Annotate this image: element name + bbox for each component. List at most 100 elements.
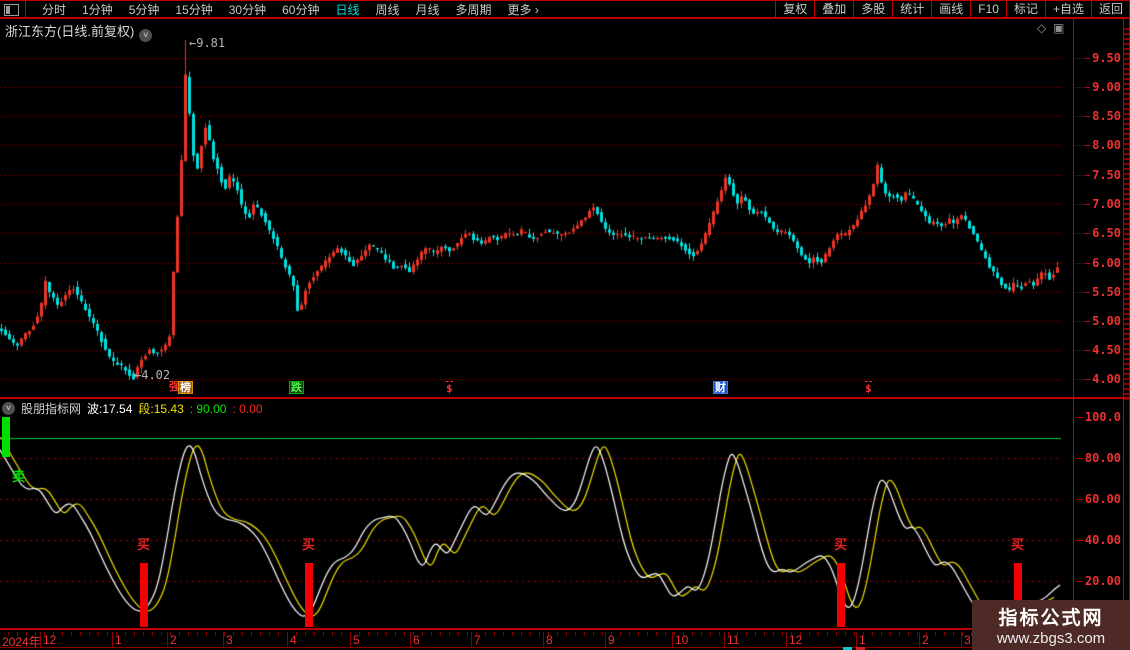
date-tick-marks	[0, 632, 1073, 636]
month-boundary	[961, 632, 962, 647]
buy-signal-bar	[837, 563, 845, 627]
axis-tick	[1078, 416, 1083, 418]
chevron-down-icon[interactable]: ˅	[2, 402, 15, 415]
month-label[interactable]: 1	[859, 633, 866, 647]
event-marker-dollar[interactable]: $	[864, 381, 873, 395]
title-row: 浙江东方(日线.前复权) ˅ ◇ ▣	[0, 19, 1130, 42]
axis-label: 100.0	[1084, 410, 1121, 424]
axis-dotted-leader	[1075, 57, 1087, 59]
period-tab-60分钟[interactable]: 60分钟	[274, 1, 327, 18]
month-label[interactable]: 2	[922, 633, 929, 647]
axis-dotted-leader	[1075, 115, 1087, 117]
indicator-header-token-2: 段:15.43	[138, 402, 184, 416]
axis-tick	[1078, 580, 1083, 582]
sell-signal-label: 卖	[12, 469, 26, 484]
toolbar-button-返回[interactable]: 返回	[1090, 0, 1130, 19]
month-label[interactable]: 3	[226, 633, 233, 647]
axis-label-row: 4.50	[1075, 343, 1121, 357]
axis-label: 8.50	[1092, 109, 1121, 123]
axis-label-row: 7.00	[1075, 197, 1121, 211]
event-marker-cai[interactable]: 财	[712, 381, 729, 394]
axis-dotted-leader	[1075, 174, 1087, 176]
axis-label: 5.50	[1092, 285, 1121, 299]
stock-title-text: 浙江东方(日线.前复权)	[5, 24, 135, 39]
candlestick-chart-panel[interactable]: ←9.81 ←4.02 强榜 跌 $ 财 $	[0, 36, 1061, 397]
period-tab-周线[interactable]: 周线	[367, 1, 407, 18]
month-label[interactable]: 8	[546, 633, 553, 647]
month-label[interactable]: 5	[353, 633, 360, 647]
event-marker-die[interactable]: 跌	[288, 381, 305, 394]
axis-label: 4.50	[1092, 343, 1121, 357]
period-low-annotation: ←4.02	[134, 368, 171, 382]
axis-tick	[1086, 291, 1091, 293]
diamond-icon[interactable]: ◇	[1037, 21, 1046, 35]
month-label[interactable]: 3	[964, 633, 971, 647]
month-boundary	[223, 632, 224, 647]
period-tab-多周期[interactable]: 多周期	[448, 1, 500, 18]
toolbar-button-统计[interactable]: 统计	[892, 0, 931, 19]
month-label[interactable]: 11	[727, 633, 739, 647]
axis-label: 60.00	[1084, 492, 1121, 506]
indicator-panel[interactable]: ˅ 股朋指标网 波:17.54 段:15.43: 90.00: 0.00 卖 买 买 买…	[0, 400, 1061, 630]
month-label[interactable]: 6	[413, 633, 420, 647]
axis-label-row: 40.00	[1075, 533, 1121, 547]
month-label[interactable]: 12	[789, 633, 802, 647]
buy-signal-label: 买	[137, 537, 151, 552]
period-tab-15分钟[interactable]: 15分钟	[167, 1, 220, 18]
event-marker-bang[interactable]: 强榜	[168, 381, 194, 394]
month-label[interactable]: 9	[608, 633, 615, 647]
toolbar-button-标记[interactable]: 标记	[1005, 0, 1045, 19]
toolbar-button-+自选[interactable]: +自选	[1044, 0, 1091, 19]
month-boundary	[786, 632, 787, 647]
axis-label-row: 60.00	[1075, 492, 1121, 506]
month-label[interactable]: 10	[675, 633, 688, 647]
period-tab-分时[interactable]: 分时	[34, 1, 74, 18]
axis-tick	[1086, 349, 1091, 351]
watermark-url: www.zbgs3.com	[996, 630, 1106, 647]
buy-signal-label: 买	[1011, 537, 1025, 552]
event-marker-dollar[interactable]: $	[445, 381, 454, 395]
month-label[interactable]: 12	[43, 633, 56, 647]
period-tab-日线[interactable]: 日线	[327, 1, 367, 18]
axis-label-row: 7.50	[1075, 168, 1121, 182]
period-tab-1分钟[interactable]: 1分钟	[74, 1, 121, 18]
candlestick-canvas[interactable]	[0, 38, 1061, 397]
axis-tick	[1086, 86, 1091, 88]
dividend-marker: $	[865, 381, 872, 395]
period-tab-30分钟[interactable]: 30分钟	[221, 1, 274, 18]
toolbar-button-叠加[interactable]: 叠加	[814, 0, 853, 19]
buy-signal-label: 买	[302, 537, 316, 552]
toolbar-button-多股[interactable]: 多股	[853, 0, 892, 19]
axis-label-row: 6.00	[1075, 256, 1121, 270]
date-axis[interactable]: 2024年 12 1 2 3 4 5 6 7 8 9 10 11 12 1 2 3	[0, 632, 1073, 649]
axis-label: 6.00	[1092, 256, 1121, 270]
period-tab-月线[interactable]: 月线	[408, 1, 448, 18]
month-boundary	[287, 632, 288, 647]
axis-tick	[1086, 203, 1091, 205]
indicator-canvas[interactable]	[0, 400, 1061, 630]
axis-dotted-leader	[1075, 203, 1087, 205]
axis-label-row: 4.00	[1075, 372, 1121, 386]
period-tab-更多 ›[interactable]: 更多 ›	[500, 1, 547, 18]
event-badge-text: 榜	[178, 381, 193, 394]
axis-tick	[1078, 457, 1083, 459]
axis-dotted-leader	[1075, 349, 1087, 351]
axis-label-row: 9.50	[1075, 51, 1121, 65]
month-label[interactable]: 4	[290, 633, 297, 647]
axis-tick	[1086, 378, 1091, 380]
period-tab-5分钟[interactable]: 5分钟	[121, 1, 168, 18]
month-label[interactable]: 1	[115, 633, 122, 647]
axis-label: 40.00	[1084, 533, 1121, 547]
split-window-icon[interactable]: ▣	[1053, 21, 1064, 35]
axis-label: 7.00	[1092, 197, 1121, 211]
top-toolbar: 分时 1分钟 5分钟 15分钟 30分钟 60分钟 日线 周线 月线 多周期 更多 › 复权 叠加 多股…	[0, 0, 1130, 19]
month-label[interactable]: 2	[170, 633, 177, 647]
axis-label: 5.00	[1092, 314, 1121, 328]
month-label[interactable]: 7	[474, 633, 481, 647]
window-icon[interactable]	[4, 3, 19, 16]
axis-label-row: 20.00	[1075, 574, 1121, 588]
month-boundary	[856, 632, 857, 647]
toolbar-button-复权[interactable]: 复权	[775, 0, 814, 19]
toolbar-button-画线[interactable]: 画线	[931, 0, 970, 19]
toolbar-button-F10[interactable]: F10	[970, 0, 1006, 19]
